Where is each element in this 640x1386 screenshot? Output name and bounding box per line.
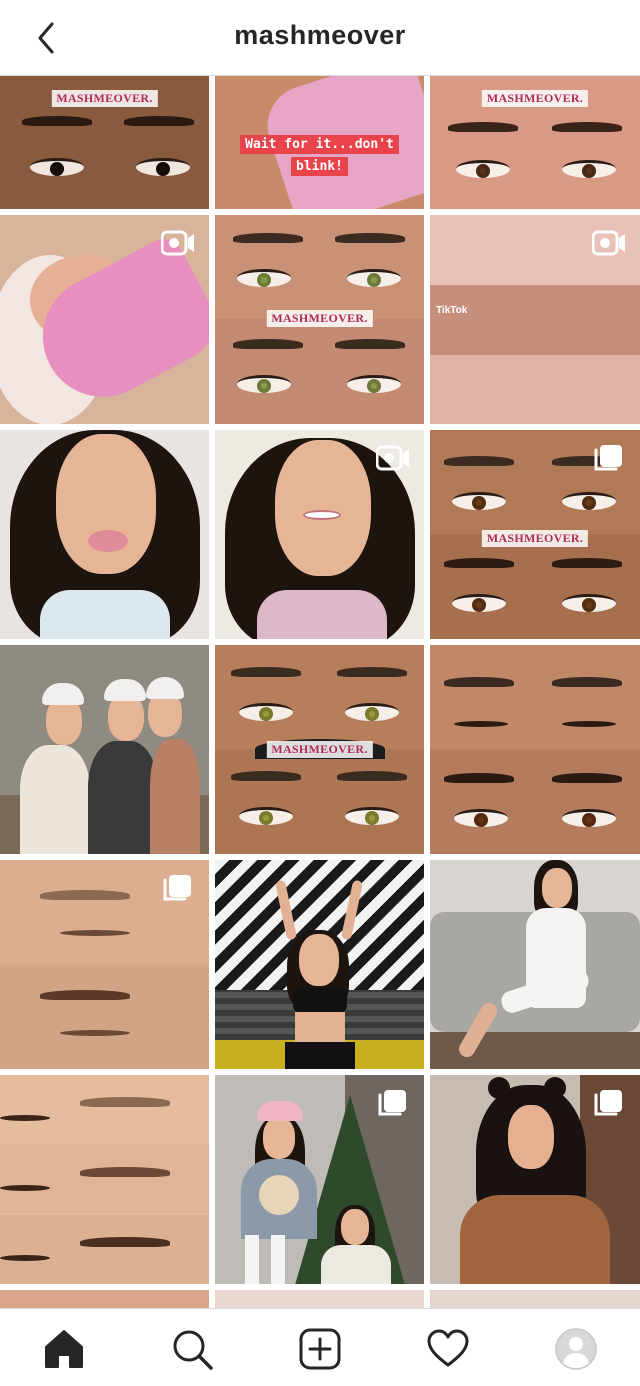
- avatar-icon: [555, 1328, 597, 1370]
- brand-watermark: MASHMEOVER.: [266, 310, 373, 327]
- profile-username-title: mashmeover: [234, 20, 406, 50]
- post-tile[interactable]: MASHMEOVER.: [215, 645, 424, 854]
- post-tile[interactable]: [0, 1290, 209, 1308]
- heart-icon: [427, 1329, 469, 1367]
- top-bar: mashmeover: [0, 0, 640, 76]
- post-tile[interactable]: [215, 430, 424, 639]
- brand-watermark: MASHMEOVER.: [266, 741, 373, 758]
- nav-search-button[interactable]: [170, 1327, 214, 1371]
- video-camera-icon: [376, 445, 409, 471]
- post-tile[interactable]: TikTok: [430, 215, 640, 424]
- post-tile[interactable]: [430, 1290, 640, 1308]
- post-tile[interactable]: Wait for it...don't blink!: [215, 76, 424, 209]
- nav-profile-button[interactable]: [554, 1327, 598, 1371]
- carousel-icon: [594, 445, 622, 471]
- post-tile[interactable]: [0, 860, 209, 1069]
- search-icon: [173, 1330, 213, 1370]
- brand-watermark: MASHMEOVER.: [481, 90, 589, 107]
- carousel-icon: [378, 1090, 406, 1116]
- post-tile[interactable]: [430, 645, 640, 854]
- posts-grid: MASHMEOVER. Wait for it...don't blink! M…: [0, 76, 640, 1308]
- post-caption: Wait for it...don't blink!: [233, 134, 406, 178]
- post-tile[interactable]: [0, 1075, 209, 1284]
- post-tile[interactable]: [215, 860, 424, 1069]
- post-tile[interactable]: MASHMEOVER.: [215, 215, 424, 424]
- post-tile[interactable]: MASHMEOVER.: [430, 430, 640, 639]
- post-tile[interactable]: [430, 1075, 640, 1284]
- post-tile[interactable]: [430, 860, 640, 1069]
- carousel-icon: [594, 1090, 622, 1116]
- nav-activity-button[interactable]: [426, 1327, 470, 1371]
- nav-home-button[interactable]: [42, 1327, 86, 1371]
- plus-square-icon: [299, 1328, 341, 1370]
- post-tile[interactable]: [215, 1290, 424, 1308]
- post-tile[interactable]: MASHMEOVER.: [430, 76, 640, 209]
- tiktok-watermark: TikTok: [436, 305, 468, 316]
- nav-new-post-button[interactable]: [298, 1327, 342, 1371]
- post-tile[interactable]: [0, 645, 209, 854]
- brand-watermark: MASHMEOVER.: [481, 530, 589, 547]
- carousel-icon: [163, 875, 191, 901]
- caption-text: Wait for it...don't blink!: [240, 135, 399, 176]
- post-tile[interactable]: [0, 215, 209, 424]
- brand-watermark: MASHMEOVER.: [51, 90, 158, 107]
- home-icon: [45, 1330, 83, 1368]
- video-camera-icon: [161, 230, 194, 256]
- video-camera-icon: [592, 230, 625, 256]
- post-tile[interactable]: [0, 430, 209, 639]
- post-tile[interactable]: [215, 1075, 424, 1284]
- post-tile[interactable]: MASHMEOVER.: [0, 76, 209, 209]
- bottom-tab-bar: [0, 1308, 640, 1386]
